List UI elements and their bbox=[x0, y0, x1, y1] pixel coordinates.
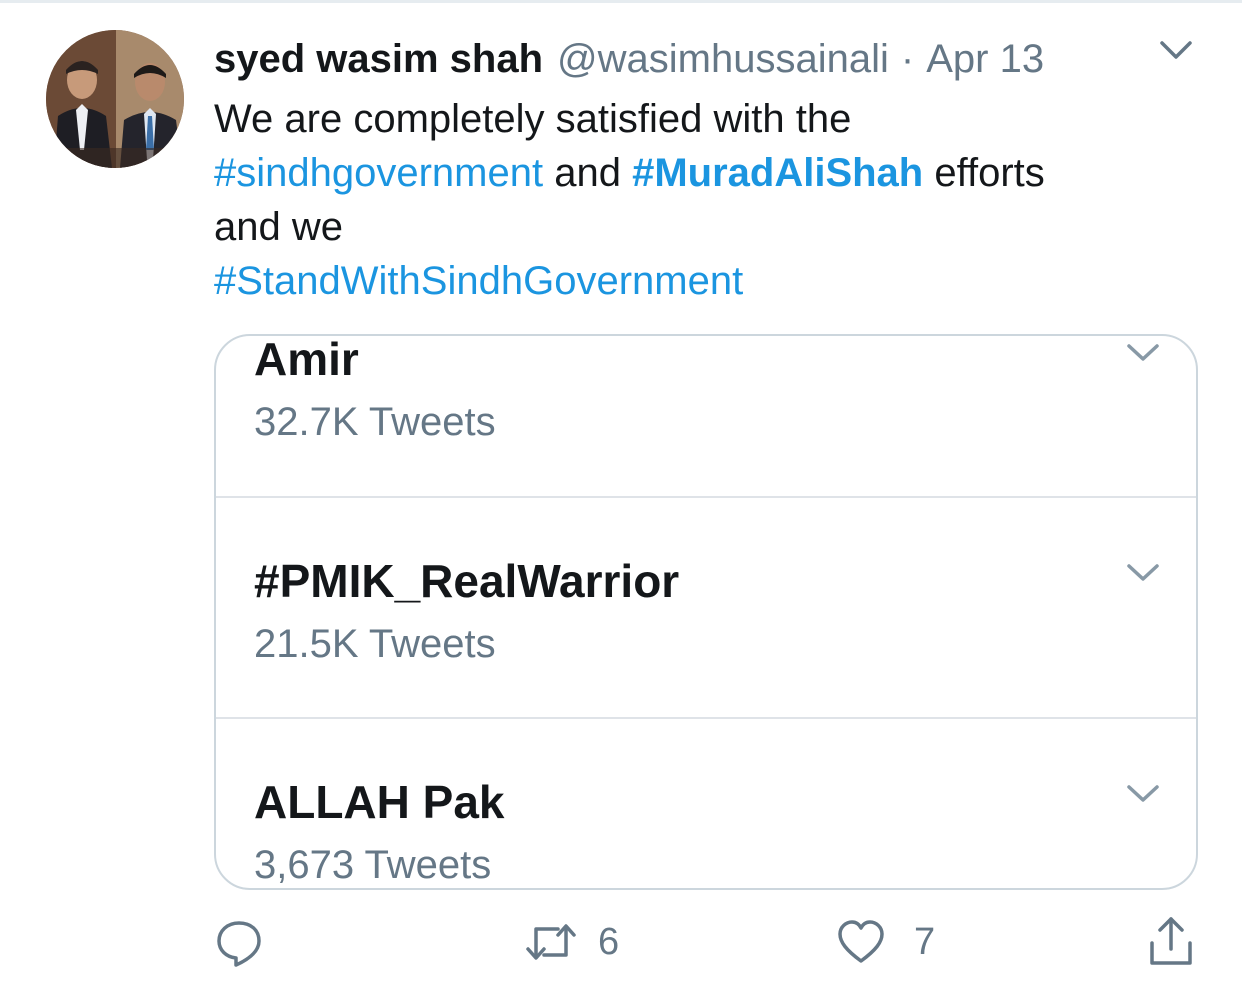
retweet-button[interactable]: 6 bbox=[524, 910, 619, 974]
author-name[interactable]: syed wasim shah bbox=[214, 34, 543, 84]
tweet-actions: 6 7 bbox=[0, 910, 1242, 980]
trend-count: 3,673 Tweets bbox=[254, 843, 492, 887]
chevron-down-icon[interactable] bbox=[1126, 342, 1160, 364]
heart-icon bbox=[838, 920, 884, 963]
tweet-text-fragment: efforts bbox=[923, 151, 1045, 195]
tweet-text-line: We are completely satisfied with the bbox=[214, 97, 852, 141]
trend-item[interactable]: Amir 32.7K Tweets bbox=[216, 336, 1196, 498]
hashtag-link[interactable]: #sindhgovernment bbox=[214, 151, 543, 195]
share-button[interactable] bbox=[1146, 910, 1196, 974]
tweet-text-fragment: and bbox=[543, 151, 633, 195]
retweet-count: 6 bbox=[598, 920, 620, 963]
author-handle[interactable]: @wasimhussainali bbox=[557, 34, 889, 84]
chevron-down-icon[interactable] bbox=[1126, 783, 1160, 805]
reply-button[interactable] bbox=[214, 910, 264, 974]
trend-item[interactable]: ALLAH Pak 3,673 Tweets bbox=[216, 719, 1196, 888]
avatar-photo bbox=[46, 30, 184, 168]
retweet-icon bbox=[526, 924, 576, 960]
trend-count: 32.7K Tweets bbox=[254, 400, 496, 444]
hashtag-link[interactable]: #StandWithSindhGovernment bbox=[214, 259, 743, 303]
hashtag-link[interactable]: #MuradAliShah bbox=[632, 151, 923, 195]
trend-title: #PMIK_RealWarrior bbox=[254, 555, 680, 607]
share-icon bbox=[1150, 917, 1192, 965]
trend-title: Amir bbox=[254, 334, 359, 385]
tweet-text-line: #sindhgovernment and #MuradAliShah effor… bbox=[214, 146, 1194, 200]
chevron-down-icon[interactable] bbox=[1158, 38, 1194, 62]
chevron-down-icon[interactable] bbox=[1126, 562, 1160, 584]
tweet-header: syed wasim shah @wasimhussainali · Apr 1… bbox=[214, 34, 1044, 84]
attached-image[interactable]: Amir 32.7K Tweets #PMIK_RealWarrior 21.5… bbox=[214, 334, 1198, 890]
tweet-date[interactable]: Apr 13 bbox=[926, 34, 1044, 84]
trend-item[interactable]: #PMIK_RealWarrior 21.5K Tweets bbox=[216, 498, 1196, 718]
trend-count: 21.5K Tweets bbox=[254, 622, 496, 666]
like-button[interactable]: 7 bbox=[836, 910, 935, 974]
avatar[interactable] bbox=[46, 30, 184, 168]
trend-title: ALLAH Pak bbox=[254, 776, 505, 828]
tweet-text: We are completely satisfied with the #si… bbox=[214, 92, 1194, 308]
tweet-text-line: #StandWithSindhGovernment bbox=[214, 254, 1194, 308]
tweet-text-line: and we bbox=[214, 205, 343, 249]
like-count: 7 bbox=[914, 920, 936, 963]
reply-bubble-icon bbox=[217, 921, 261, 967]
top-divider bbox=[0, 0, 1242, 3]
separator-dot: · bbox=[900, 37, 915, 81]
